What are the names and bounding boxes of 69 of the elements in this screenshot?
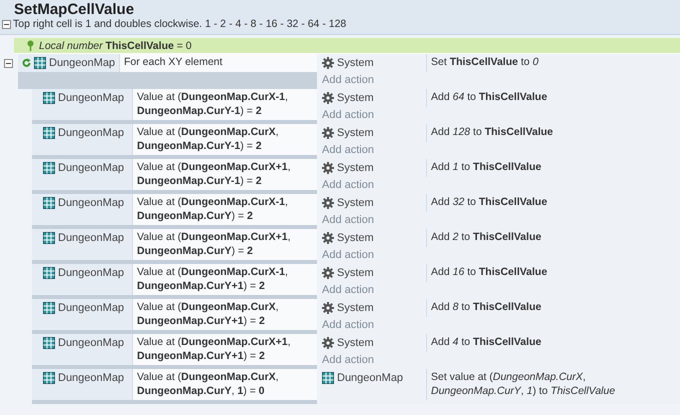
object-name: DungeonMap (337, 372, 404, 384)
action-text: Add 32 to ThisCellValue (426, 194, 680, 212)
action-row[interactable]: System Set ThisCellValue to 0 (320, 54, 680, 72)
action-text: Add 4 to ThisCellValue (426, 334, 680, 352)
grid-icon (43, 267, 55, 279)
action-text: Add 1 to ThisCellValue (426, 159, 680, 176)
object-name: DungeonMap (58, 232, 124, 244)
object-name: System (337, 92, 374, 104)
action-row[interactable]: System Add 32 to ThisCellValue (320, 194, 680, 212)
event-condition-block[interactable]: DungeonMap Value at (DungeonMap.CurX+1, DungeonMap.CurY-1) = 2 (32, 159, 317, 194)
object-name: DungeonMap (58, 267, 124, 279)
grid-icon (43, 372, 55, 384)
event-condition-block[interactable]: DungeonMap Value at (DungeonMap.CurX-1, DungeonMap.CurY) = 2 (32, 194, 317, 229)
object-name: System (337, 302, 374, 314)
action-row[interactable]: System Add 1 to ThisCellValue (320, 159, 680, 177)
object-name: DungeonMap (58, 302, 124, 314)
local-variable-row[interactable]: Local number ThisCellValue = 0 (14, 38, 680, 54)
object-name: DungeonMap (58, 127, 124, 139)
event-condition-block[interactable]: DungeonMap Value at (DungeonMap.CurX, DungeonMap.CurY-1) = 2 (32, 124, 317, 159)
grid-icon (43, 337, 55, 349)
action-row[interactable]: System Add 128 to ThisCellValue (320, 124, 680, 142)
grid-icon (43, 127, 55, 139)
action-row[interactable]: System Add 64 to ThisCellValue (320, 89, 680, 107)
action-text: Add 8 to ThisCellValue (426, 299, 680, 316)
event-condition-block[interactable]: DungeonMap For each XY element (18, 54, 317, 89)
grid-icon (43, 197, 55, 209)
collapse-icon[interactable] (4, 59, 13, 68)
event-condition-block[interactable]: DungeonMap Value at (DungeonMap.CurX, DungeonMap.CurY, 1) = 0 (32, 369, 317, 404)
object-name: System (337, 197, 374, 209)
grid-icon (34, 57, 46, 69)
action-row[interactable]: System Add 2 to ThisCellValue (320, 229, 680, 247)
pin-icon (27, 40, 34, 51)
grid-icon (43, 92, 55, 104)
group-title: SetMapCellValue (13, 1, 136, 18)
action-row[interactable]: System Add 16 to ThisCellValue (320, 264, 680, 282)
object-name: System (337, 232, 374, 244)
grid-icon (322, 372, 334, 384)
grid-icon (43, 162, 55, 174)
object-name: System (337, 267, 374, 279)
object-name: DungeonMap (58, 337, 124, 349)
comment-text: Top right cell is 1 and doubles clockwise. 1 - 2 - 4 - 8 - 16 - 32 - 64 - 128 (13, 18, 346, 31)
action-row[interactable]: System Add 8 to ThisCellValue (320, 299, 680, 317)
loop-icon (22, 58, 31, 68)
action-text: Set ThisCellValue to 0 (426, 54, 680, 72)
object-name: System (337, 337, 374, 349)
event-condition-block[interactable]: DungeonMap Value at (DungeonMap.CurX-1, DungeonMap.CurY+1) = 2 (32, 264, 317, 299)
object-name: System (337, 57, 374, 69)
object-name: System (337, 127, 374, 139)
grid-icon (43, 232, 55, 244)
action-row[interactable]: DungeonMap Set value at (DungeonMap.CurX, DungeonMap.CurY, 1) to ThisCellValue (320, 369, 680, 400)
action-text: Set value at (DungeonMap.CurX, DungeonMap.CurY, 1) to ThisCellValue (426, 369, 680, 400)
object-name: DungeonMap (49, 57, 116, 69)
action-text: Add 16 to ThisCellValue (426, 264, 680, 282)
event-condition-block[interactable]: DungeonMap Value at (DungeonMap.CurX, DungeonMap.CurY+1) = 2 (32, 299, 317, 334)
action-text: Add 2 to ThisCellValue (426, 229, 680, 246)
collapse-icon[interactable] (2, 20, 11, 29)
object-name: DungeonMap (58, 197, 124, 209)
grid-icon (43, 302, 55, 314)
object-name: System (337, 162, 374, 174)
event-condition-block[interactable]: DungeonMap Value at (DungeonMap.CurX+1, DungeonMap.CurY+1) = 2 (32, 334, 317, 369)
object-name: DungeonMap (58, 92, 124, 104)
object-name: DungeonMap (58, 372, 124, 384)
event-condition-block[interactable]: DungeonMap Value at (DungeonMap.CurX-1, DungeonMap.CurY-1) = 2 (32, 89, 317, 124)
action-text: Add 64 to ThisCellValue (426, 89, 680, 106)
event-condition-block[interactable]: DungeonMap Value at (DungeonMap.CurX+1, DungeonMap.CurY) = 2 (32, 229, 317, 264)
object-name: DungeonMap (58, 162, 124, 174)
action-row[interactable]: System Add 4 to ThisCellValue (320, 334, 680, 352)
action-text: Add 128 to ThisCellValue (426, 124, 680, 142)
local-variable-text: Local number ThisCellValue = 0 (39, 40, 192, 52)
